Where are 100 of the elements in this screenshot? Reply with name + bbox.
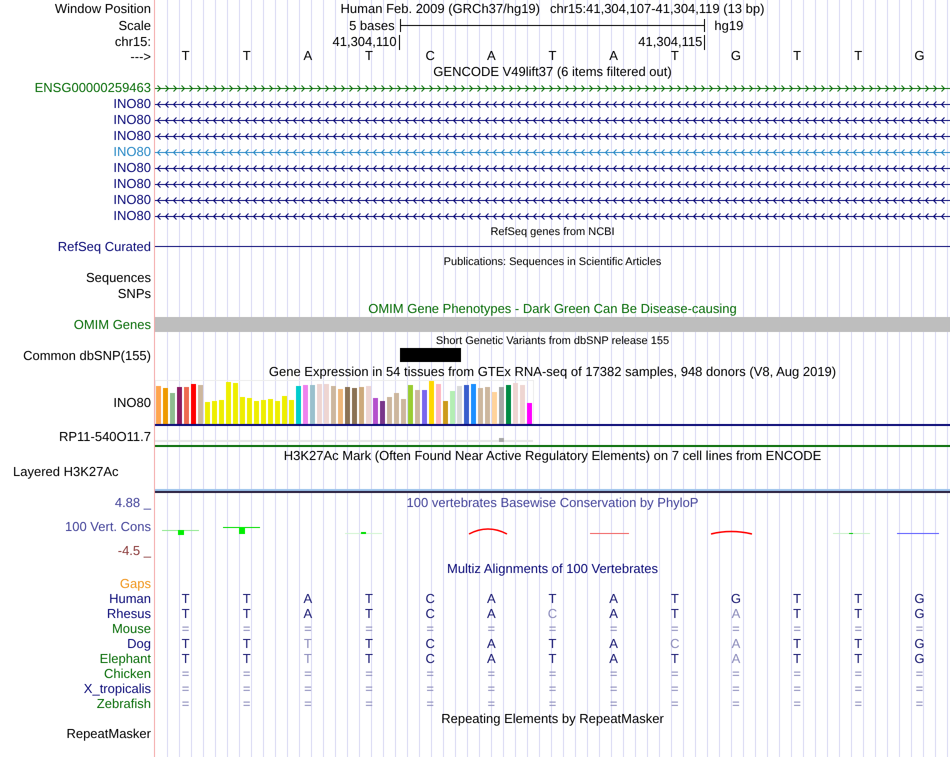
gene-line[interactable] — [155, 116, 950, 124]
expression-bar — [471, 384, 476, 424]
expression-bar — [310, 385, 315, 424]
expression-bar — [261, 400, 266, 424]
base-letter: G — [914, 49, 924, 63]
track-title: Gene Expression in 54 tissues from GTEx RNA-seq of 17382 samples, 948 donors (V8, Aug 2019) — [268, 364, 836, 378]
scale-length-label: 5 bases — [349, 18, 396, 32]
track-title: 100 vertebrates Basewise Conservation by PhyloP — [406, 496, 698, 510]
tick-mark — [398, 34, 400, 50]
expression-bar — [513, 383, 518, 424]
expression-bar — [212, 401, 217, 424]
alignment-base: = — [793, 666, 801, 680]
alignment-base: A — [732, 652, 740, 666]
expression-bar — [177, 387, 182, 424]
track-title: H3K27Ac Mark (Often Found Near Active Regulatory Elements) on 7 cell lines from ENCODE — [284, 449, 822, 463]
expression-bar — [289, 400, 294, 424]
score-bar — [223, 527, 260, 534]
expression-bar — [429, 381, 434, 424]
assembly-label: hg19 — [713, 18, 744, 32]
alignment-base: = — [671, 666, 679, 680]
alignment-base: C — [548, 606, 558, 620]
alignment-base: T — [854, 636, 862, 650]
expression-bar — [240, 397, 245, 424]
alignment-base: = — [182, 682, 190, 696]
alignment-base: = — [242, 696, 251, 710]
expression-bar — [408, 385, 413, 424]
expression-bar — [338, 389, 343, 424]
alignment-base: C — [425, 606, 435, 620]
track-label: RepeatMasker — [66, 726, 151, 740]
alignment-base: = — [426, 622, 434, 636]
alignment-base: A — [609, 636, 618, 650]
alignment-base: = — [182, 696, 190, 710]
track-label: INO80 — [113, 396, 151, 410]
base-letter: T — [854, 49, 862, 63]
alignment-base: G — [914, 652, 924, 666]
alignment-base: T — [670, 652, 679, 666]
gene-line[interactable] — [155, 164, 950, 172]
alignment-base: = — [304, 682, 312, 696]
alignment-base: T — [304, 636, 312, 650]
alignment-base: = — [671, 682, 679, 696]
alignment-base: = — [488, 666, 496, 680]
alignment-base: T — [182, 592, 190, 606]
tick-mark — [704, 34, 706, 50]
base-letter: T — [182, 49, 190, 63]
expression-bar — [184, 387, 189, 424]
track-label: Window Position — [54, 2, 151, 16]
alignment-base: A — [609, 592, 618, 606]
expression-bar — [436, 384, 441, 424]
alignment-base: = — [916, 696, 924, 710]
expression-bar — [422, 390, 427, 424]
track-label: ---> — [130, 50, 151, 64]
gene-line[interactable] — [155, 196, 950, 204]
alignment-base: = — [365, 696, 373, 710]
alignment-base: = — [182, 666, 190, 680]
species-label: Mouse — [112, 622, 151, 636]
alignment-base: G — [730, 592, 742, 606]
gene-label: INO80 — [113, 161, 151, 175]
gene-label: INO80 — [113, 209, 151, 223]
alignment-base: A — [732, 636, 740, 650]
track-title: Multiz Alignments of 100 Vertebrates — [446, 562, 658, 576]
alignment-base: T — [854, 652, 862, 666]
alignment-base: T — [242, 606, 251, 620]
alignment-base: C — [425, 636, 435, 650]
expression-bar — [506, 385, 511, 424]
alignment-base: = — [488, 622, 496, 636]
alignment-base: T — [548, 636, 556, 650]
track-label: Common dbSNP(155) — [23, 348, 151, 362]
expression-bar — [156, 386, 161, 424]
alignment-base: = — [854, 622, 862, 636]
expression-bar — [191, 384, 196, 424]
alignment-base: = — [610, 622, 618, 636]
gene-line[interactable] — [155, 212, 950, 220]
track-title: Publications: Sequences in Scientific Articles — [444, 255, 662, 269]
gene-line[interactable] — [155, 132, 950, 140]
alignment-base: = — [793, 622, 801, 636]
alignment-base: T — [365, 636, 373, 650]
score-line — [590, 533, 629, 534]
track-label: SNPs — [118, 286, 151, 300]
base-letter: A — [609, 49, 618, 63]
track-label: Gaps — [120, 577, 151, 591]
alignment-base: T — [182, 636, 190, 650]
alignment-base: = — [916, 622, 924, 636]
base-letter: G — [730, 49, 742, 63]
expression-bar — [345, 387, 350, 424]
gene-line[interactable] — [155, 180, 950, 188]
alignment-base: = — [182, 622, 190, 636]
species-label: Rhesus — [106, 606, 151, 620]
gene-line[interactable] — [155, 84, 950, 92]
track-label: Layered H3K27Ac — [13, 465, 119, 479]
gene-line[interactable] — [155, 100, 950, 108]
alignment-base: = — [671, 622, 679, 636]
track-title: Short Genetic Variants from dbSNP release 155 — [436, 334, 670, 348]
alignment-base: T — [242, 592, 251, 606]
alignment-base: = — [242, 682, 251, 696]
species-label: Dog — [127, 636, 151, 650]
track-label: RefSeq Curated — [58, 240, 151, 254]
gene-label: INO80 — [113, 129, 151, 143]
track-title: GENCODE V49lift37 (6 items filtered out) — [433, 65, 672, 79]
species-label: Elephant — [100, 652, 151, 666]
alignment-base: C — [425, 592, 435, 606]
